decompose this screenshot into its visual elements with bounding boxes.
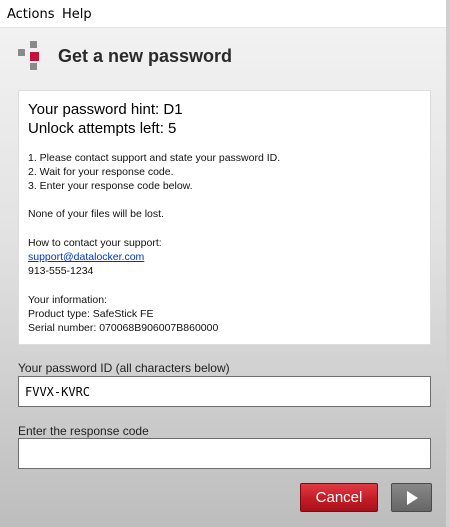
cancel-button[interactable]: Cancel: [300, 483, 378, 512]
password-id-label: Your password ID (all characters below): [18, 361, 230, 375]
menu-bar: Actions Help: [0, 0, 446, 28]
next-button[interactable]: [391, 483, 432, 512]
response-code-input[interactable]: [18, 438, 431, 469]
support-email-link[interactable]: support@datalocker.com: [28, 251, 144, 263]
unlock-attempts: Unlock attempts left: 5: [28, 120, 177, 137]
contact-heading: How to contact your support:: [28, 237, 162, 249]
datalocker-logo-icon: [18, 41, 39, 70]
step-1: 1. Please contact support and state your…: [28, 152, 281, 164]
info-panel: Your password hint: D1 Unlock attempts l…: [18, 90, 431, 345]
menu-actions[interactable]: Actions: [7, 7, 55, 22]
menu-help[interactable]: Help: [62, 7, 92, 22]
password-hint: Your password hint: D1: [28, 101, 183, 118]
page-title: Get a new password: [58, 46, 233, 66]
serial-number: Serial number: 070068B906007B860000: [28, 322, 219, 334]
product-type: Product type: SafeStick FE: [28, 308, 154, 320]
support-phone: 913-555-1234: [28, 265, 94, 277]
response-code-label: Enter the response code: [18, 424, 149, 438]
password-id-field[interactable]: [18, 376, 431, 407]
step-2: 2. Wait for your response code.: [28, 166, 174, 178]
your-info-heading: Your information:: [28, 294, 107, 306]
step-3: 3. Enter your response code below.: [28, 180, 193, 192]
play-arrow-icon: [407, 491, 418, 505]
window-edge: [446, 0, 450, 527]
files-note: None of your files will be lost.: [28, 208, 164, 220]
